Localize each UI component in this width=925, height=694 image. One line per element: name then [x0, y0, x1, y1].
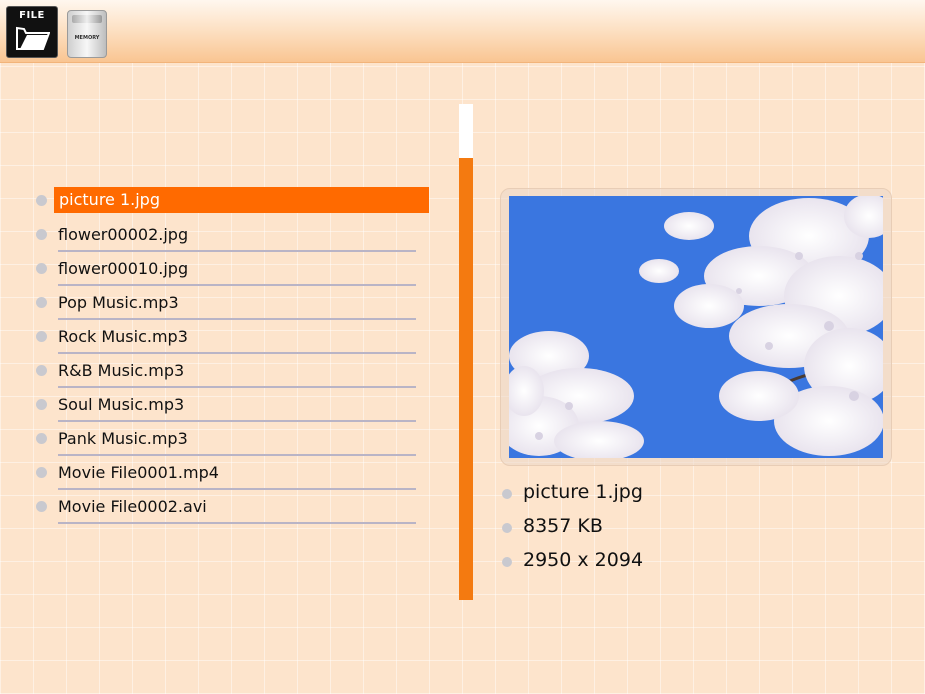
- file-name: Movie File0002.avi: [58, 497, 207, 516]
- file-list-item[interactable]: Pop Music.mp3: [30, 288, 420, 320]
- row-divider: [58, 250, 416, 252]
- cherry-blossom-photo: [509, 196, 883, 458]
- file-name: R&B Music.mp3: [58, 361, 185, 380]
- bullet-icon: [36, 229, 47, 240]
- detail-size-value: 8357 KB: [523, 515, 603, 537]
- file-list-item[interactable]: flower00010.jpg: [30, 254, 420, 286]
- file-list-item[interactable]: Movie File0001.mp4: [30, 458, 420, 490]
- detail-filename: picture 1.jpg: [500, 478, 800, 508]
- detail-dimensions-value: 2950 x 2094: [523, 549, 644, 571]
- bullet-icon: [36, 195, 47, 206]
- file-name: Movie File0001.mp4: [58, 463, 219, 482]
- file-name: Pop Music.mp3: [58, 293, 179, 312]
- bullet-icon: [502, 557, 512, 567]
- memory-card-button[interactable]: MEMORY: [67, 10, 107, 58]
- file-name: Rock Music.mp3: [58, 327, 188, 346]
- bullet-icon: [36, 399, 47, 410]
- bullet-icon: [36, 365, 47, 376]
- file-list-item[interactable]: flower00002.jpg: [30, 220, 420, 252]
- file-name: Pank Music.mp3: [58, 429, 188, 448]
- file-name: Soul Music.mp3: [58, 395, 185, 414]
- bullet-icon: [502, 489, 512, 499]
- detail-dimensions: 2950 x 2094: [500, 546, 800, 576]
- file-list-item[interactable]: picture 1.jpg: [30, 186, 429, 213]
- row-divider: [58, 352, 416, 354]
- file-name: flower00002.jpg: [58, 225, 189, 244]
- file-list-item[interactable]: Pank Music.mp3: [30, 424, 420, 456]
- row-divider: [58, 522, 416, 524]
- detail-filename-value: picture 1.jpg: [523, 481, 643, 503]
- row-divider: [58, 420, 416, 422]
- scrollbar-thumb[interactable]: [459, 104, 473, 158]
- file-button[interactable]: FILE: [6, 6, 58, 58]
- scrollbar-track[interactable]: [459, 104, 473, 600]
- bullet-icon: [36, 297, 47, 308]
- image-preview: [509, 196, 883, 458]
- bullet-icon: [36, 263, 47, 274]
- bullet-icon: [36, 331, 47, 342]
- top-toolbar: FILE MEMORY: [0, 0, 925, 63]
- row-divider: [58, 488, 416, 490]
- image-preview-frame: [500, 188, 892, 466]
- file-list-item[interactable]: Soul Music.mp3: [30, 390, 420, 422]
- row-divider: [58, 318, 416, 320]
- bullet-icon: [36, 467, 47, 478]
- file-name: flower00010.jpg: [58, 259, 189, 278]
- memory-card-label: MEMORY: [74, 35, 100, 41]
- file-list-item[interactable]: R&B Music.mp3: [30, 356, 420, 388]
- bullet-icon: [502, 523, 512, 533]
- file-list-item[interactable]: Rock Music.mp3: [30, 322, 420, 354]
- row-divider: [58, 454, 416, 456]
- file-list-item[interactable]: Movie File0002.avi: [30, 492, 420, 524]
- bullet-icon: [36, 501, 47, 512]
- file-button-label: FILE: [19, 10, 45, 21]
- row-divider: [58, 284, 416, 286]
- folder-icon: [16, 26, 50, 50]
- bullet-icon: [36, 433, 47, 444]
- detail-size: 8357 KB: [500, 512, 800, 542]
- file-name: picture 1.jpg: [54, 187, 429, 213]
- row-divider: [58, 386, 416, 388]
